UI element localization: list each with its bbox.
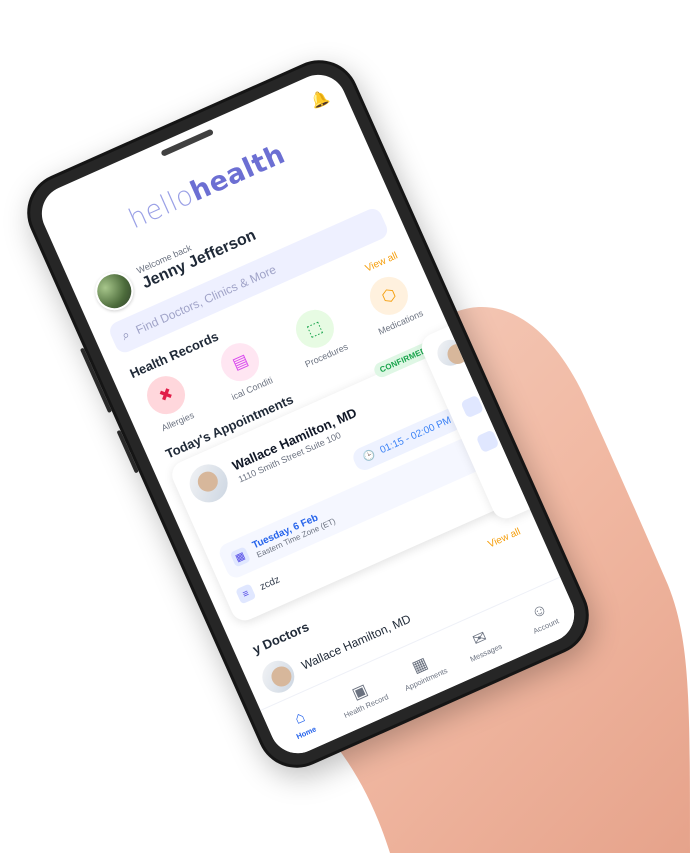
nav-appointments[interactable]: ▦ Appointments bbox=[388, 644, 456, 696]
phone-notch bbox=[160, 128, 214, 157]
note-icon: ≡ bbox=[235, 583, 257, 605]
appointment-note: zcdz bbox=[258, 573, 282, 593]
doctors-view-all[interactable]: View all bbox=[487, 526, 523, 550]
doctor-avatar bbox=[183, 458, 234, 509]
logo-right-text: health bbox=[185, 138, 290, 208]
clock-icon: 🕒 bbox=[361, 448, 378, 464]
doctor-avatar-next bbox=[433, 335, 468, 370]
nav-messages[interactable]: ✉ Messages bbox=[448, 617, 516, 669]
health-record-medications[interactable]: ⬡ Medications bbox=[352, 265, 432, 339]
doctor-avatar bbox=[257, 655, 300, 698]
nav-account[interactable]: ☺ Account bbox=[508, 591, 576, 643]
search-icon: ⌕ bbox=[119, 326, 133, 344]
nav-home[interactable]: ⌂ Home bbox=[268, 697, 336, 749]
health-records-view-all[interactable]: View all bbox=[364, 250, 400, 274]
note-icon bbox=[475, 429, 500, 454]
user-avatar[interactable] bbox=[89, 266, 140, 317]
logo-left-text: hello bbox=[123, 179, 199, 236]
calendar-icon bbox=[460, 394, 485, 419]
health-record-procedures[interactable]: ⬚ Procedures bbox=[278, 299, 358, 373]
calendar-icon: ▦ bbox=[229, 546, 251, 568]
notification-bell-icon[interactable]: 🔔 bbox=[307, 87, 332, 111]
nav-health-record[interactable]: ▣ Health Record bbox=[328, 671, 396, 723]
